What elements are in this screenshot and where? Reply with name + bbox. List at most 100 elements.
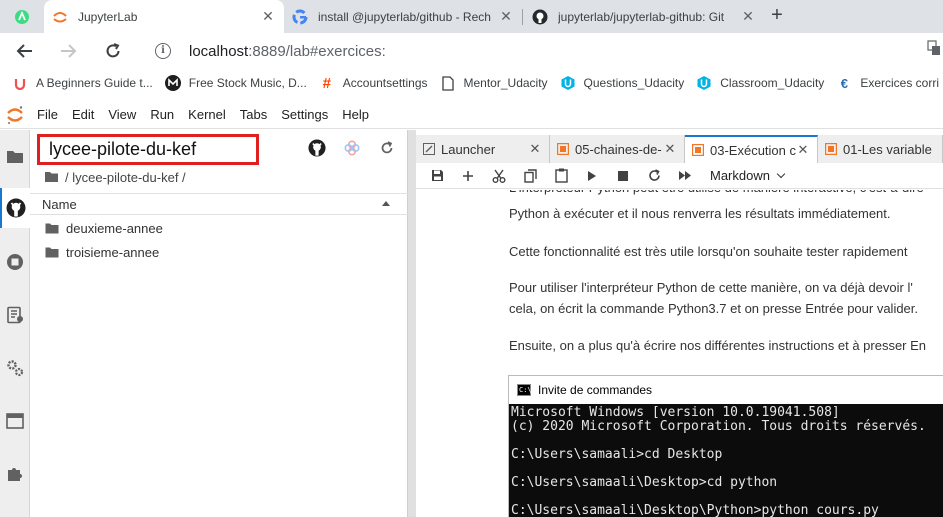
bookmark-item[interactable]: Mentor_Udacity xyxy=(440,75,548,91)
commands-palette-tab[interactable] xyxy=(0,295,30,335)
bookmark-item[interactable]: Free Stock Music, D... xyxy=(164,75,307,91)
binder-button[interactable] xyxy=(342,138,362,158)
insert-cell-button[interactable] xyxy=(456,164,480,188)
new-tab-button[interactable]: + xyxy=(766,4,788,26)
gears-icon xyxy=(7,360,24,377)
menu-settings[interactable]: Settings xyxy=(274,107,335,122)
menu-edit[interactable]: Edit xyxy=(65,107,101,122)
bookmark-item[interactable]: A Beginners Guide t... xyxy=(12,75,153,91)
command-prompt-screenshot: C:\ Invite de commandes Microsoft Window… xyxy=(508,375,943,517)
tab-launcher[interactable]: Launcher ✕ xyxy=(416,135,550,163)
save-button[interactable] xyxy=(425,164,449,188)
open-tabs-tab[interactable] xyxy=(0,401,30,441)
github-panel-tab[interactable] xyxy=(0,188,30,228)
url-host: localhost xyxy=(189,42,249,60)
hashtag-icon: # xyxy=(322,74,331,92)
stop-icon xyxy=(618,170,628,181)
refresh-button[interactable] xyxy=(377,138,397,158)
cmd-line: C:\Users\samaali>cd Desktop xyxy=(511,447,723,462)
notebook-icon xyxy=(557,143,569,155)
panel-splitter[interactable] xyxy=(408,130,416,517)
menu-file[interactable]: File xyxy=(30,107,65,122)
save-icon xyxy=(431,170,443,181)
stop-circle-icon xyxy=(7,254,23,270)
folder-icon xyxy=(45,222,59,234)
cmd-line: Microsoft Windows [version 10.0.19041.50… xyxy=(511,405,840,420)
tab-notebook-03[interactable]: 03-Exécution c ✕ xyxy=(685,135,818,163)
exercises-site-icon: € xyxy=(840,75,848,91)
cmd-output: Microsoft Windows [version 10.0.19041.50… xyxy=(509,404,943,517)
tab-notebook-05[interactable]: 05-chaines-de- ✕ xyxy=(550,135,685,163)
browser-tab-google[interactable]: install @jupyterlab/github - Rech ✕ xyxy=(284,0,522,33)
android-studio-icon xyxy=(14,9,30,25)
folder-icon xyxy=(7,150,23,163)
browser-tab-jupyterlab[interactable]: JupyterLab ✕ xyxy=(44,0,284,33)
cut-button[interactable] xyxy=(487,164,511,188)
file-browser-tab[interactable] xyxy=(0,136,30,176)
browser-tab-github[interactable]: jupyterlab/jupyterlab-github: Git ✕ xyxy=(524,0,764,33)
folder-icon xyxy=(45,246,59,258)
tab-title: 01-Les variable xyxy=(843,141,932,157)
close-tab-icon[interactable]: ✕ xyxy=(796,142,810,158)
bookmark-label: Questions_Udacity xyxy=(583,76,685,90)
breadcrumb-path[interactable]: / lycee-pilote-du-kef / xyxy=(65,170,186,185)
restart-kernel-button[interactable] xyxy=(642,164,666,188)
document-tab-bar: Launcher ✕ 05-chaines-de- ✕ 03-Exécution… xyxy=(416,135,943,163)
close-tab-icon[interactable]: ✕ xyxy=(663,141,677,157)
restart-run-all-button[interactable] xyxy=(673,164,697,188)
translate-icon[interactable] xyxy=(927,40,941,59)
paste-button[interactable] xyxy=(549,164,573,188)
close-tab-icon[interactable]: ✕ xyxy=(740,8,756,25)
bookmark-item[interactable]: # Accountsettings xyxy=(319,74,428,92)
binder-icon xyxy=(344,140,360,156)
repo-input[interactable]: lycee-pilote-du-kef xyxy=(37,134,259,165)
document-icon xyxy=(440,75,456,91)
url-bar[interactable]: i localhost :8889/lab#exercices: xyxy=(143,36,943,66)
notebook-icon xyxy=(692,144,704,156)
column-header-name[interactable]: Name xyxy=(30,193,408,215)
folder-icon[interactable] xyxy=(44,171,59,183)
run-cell-button[interactable] xyxy=(580,164,604,188)
bookmark-item[interactable]: Questions_Udacity xyxy=(560,75,685,91)
puzzle-icon xyxy=(8,468,22,481)
fast-forward-icon xyxy=(679,171,691,180)
bookmark-label: Classroom_Udacity xyxy=(720,76,825,90)
list-item[interactable]: troisieme-annee xyxy=(30,240,408,264)
tabs-window-icon xyxy=(6,413,24,429)
info-icon[interactable]: i xyxy=(155,43,171,59)
browser-tab-strip: JupyterLab ✕ install @jupyterlab/github … xyxy=(0,0,943,33)
close-tab-icon[interactable]: ✕ xyxy=(260,8,276,25)
list-item[interactable]: deuxieme-annee xyxy=(30,216,408,240)
github-icon xyxy=(308,139,326,157)
markdown-text: Ensuite, on a plus qu'à écrire nos diffé… xyxy=(509,338,927,353)
close-tab-icon[interactable]: ✕ xyxy=(528,141,542,157)
bookmark-item[interactable]: € Exercices corri xyxy=(836,75,939,91)
menu-view[interactable]: View xyxy=(101,107,143,122)
bookmark-item[interactable]: Classroom_Udacity xyxy=(696,75,824,91)
document-area: Launcher ✕ 05-chaines-de- ✕ 03-Exécution… xyxy=(416,130,943,517)
extension-manager-tab[interactable] xyxy=(0,454,30,494)
notebook-content[interactable]: L'interpréteur Python peut être utilisé … xyxy=(416,190,943,517)
property-inspector-tab[interactable] xyxy=(0,348,30,388)
tab-notebook-01[interactable]: 01-Les variable xyxy=(818,135,943,163)
interrupt-kernel-button[interactable] xyxy=(611,164,635,188)
menu-kernel[interactable]: Kernel xyxy=(181,107,233,122)
back-button[interactable] xyxy=(13,39,37,63)
cell-type-dropdown[interactable]: Markdown xyxy=(710,168,786,183)
udacity-icon xyxy=(560,75,576,91)
menu-tabs[interactable]: Tabs xyxy=(233,107,274,122)
running-kernels-tab[interactable] xyxy=(0,242,30,282)
close-tab-icon[interactable]: ✕ xyxy=(498,8,514,25)
menu-run[interactable]: Run xyxy=(143,107,181,122)
clipboard-icon xyxy=(554,168,568,183)
menu-help[interactable]: Help xyxy=(335,107,376,122)
tab-title: 03-Exécution c xyxy=(710,142,796,158)
browser-tab-extension[interactable] xyxy=(6,0,44,33)
copy-button[interactable] xyxy=(518,164,542,188)
forward-button[interactable] xyxy=(56,39,80,63)
list-item-label: deuxieme-annee xyxy=(66,220,163,236)
reload-button[interactable] xyxy=(101,39,125,63)
sort-ascending-icon xyxy=(382,201,390,206)
open-github-button[interactable] xyxy=(307,138,327,158)
cell-type-value: Markdown xyxy=(710,168,770,183)
